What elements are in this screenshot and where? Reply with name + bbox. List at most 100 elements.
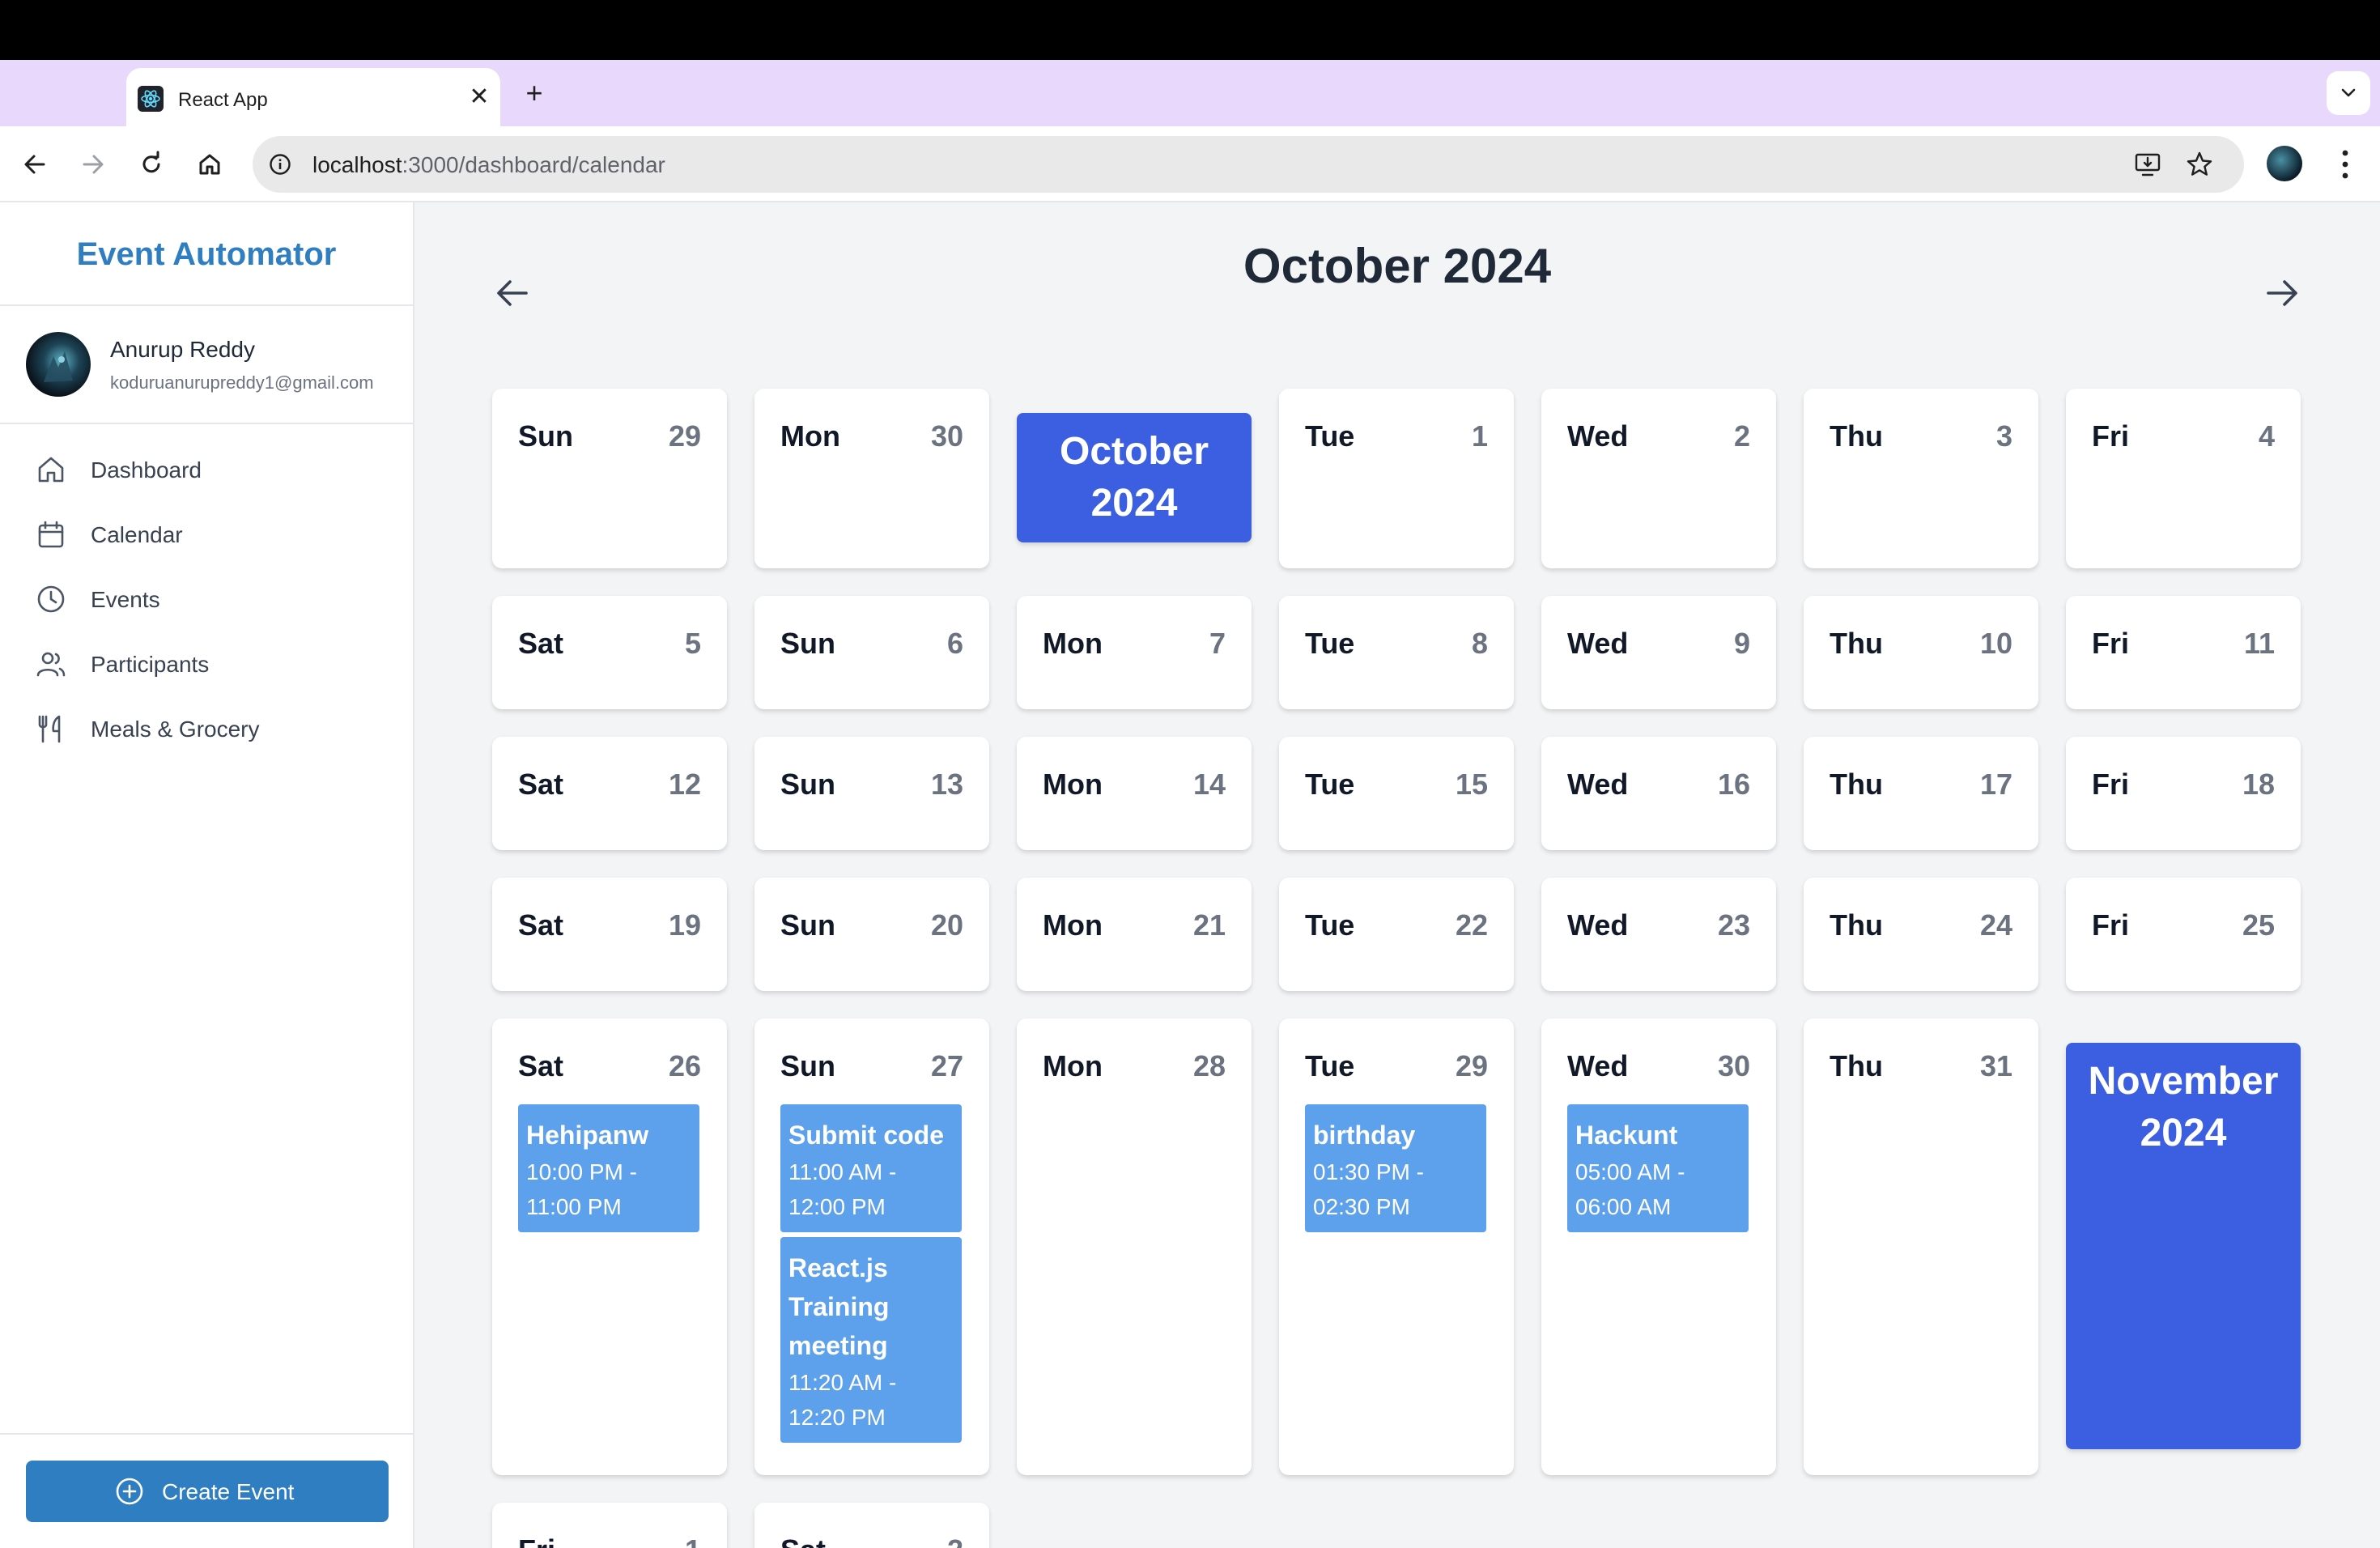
day-number: 27 bbox=[930, 1049, 963, 1082]
sidebar-item-meals-grocery[interactable]: Meals & Grocery bbox=[26, 700, 398, 756]
home-button[interactable] bbox=[191, 146, 228, 183]
day-name: Sat bbox=[518, 1049, 564, 1082]
arrow-right-icon bbox=[83, 155, 104, 174]
url-text: localhost:3000/dashboard/calendar bbox=[312, 152, 665, 178]
day-cell[interactable]: Tue 8 bbox=[1279, 596, 1514, 709]
day-number: 18 bbox=[2242, 768, 2275, 801]
day-number: 5 bbox=[684, 627, 701, 660]
event-card[interactable]: Submit code 11:00 AM - 12:00 PM bbox=[780, 1104, 962, 1232]
day-name: Sat bbox=[518, 627, 564, 660]
event-start-time: 11:20 AM - bbox=[788, 1370, 897, 1395]
sidebar-item-participants[interactable]: Participants bbox=[26, 635, 398, 691]
day-name: Sun bbox=[518, 419, 573, 453]
event-card[interactable]: birthday 01:30 PM - 02:30 PM bbox=[1305, 1104, 1486, 1232]
event-start-time: 05:00 AM - bbox=[1575, 1159, 1685, 1184]
tab-search-button[interactable] bbox=[2327, 71, 2370, 115]
day-number: 31 bbox=[1979, 1049, 2012, 1082]
day-cell[interactable]: Mon 7 bbox=[1017, 596, 1252, 709]
day-cell[interactable]: Tue 15 bbox=[1279, 737, 1514, 850]
prev-month-button[interactable] bbox=[491, 272, 533, 314]
day-cell[interactable]: Sun 29 bbox=[492, 389, 727, 568]
day-name: Thu bbox=[1830, 1049, 1883, 1082]
calendar-icon bbox=[38, 521, 64, 548]
event-card[interactable]: Hackunt 05:00 AM - 06:00 AM bbox=[1567, 1104, 1749, 1232]
sidebar-item-dashboard[interactable]: Dashboard bbox=[26, 440, 398, 497]
day-name: Sun bbox=[780, 768, 835, 801]
event-card[interactable]: Hehipanw 10:00 PM - 11:00 PM bbox=[518, 1104, 699, 1232]
day-cell[interactable]: Fri 1 bbox=[492, 1503, 727, 1548]
day-number: 24 bbox=[1979, 908, 2012, 942]
day-cell[interactable]: Sun 13 bbox=[754, 737, 989, 850]
day-cell[interactable]: Sun 6 bbox=[754, 596, 989, 709]
sidebar-item-label: Events bbox=[91, 587, 160, 612]
sidebar-footer: Create Event bbox=[0, 1433, 413, 1548]
address-bar[interactable]: localhost:3000/dashboard/calendar bbox=[253, 136, 2244, 193]
reload-button[interactable] bbox=[133, 146, 170, 183]
day-cell[interactable]: Sun 20 bbox=[754, 878, 989, 991]
profile-avatar[interactable] bbox=[2267, 146, 2302, 181]
day-cell[interactable]: Fri 18 bbox=[2066, 737, 2301, 850]
day-cell[interactable]: Thu 24 bbox=[1804, 878, 2038, 991]
day-name: Wed bbox=[1567, 627, 1629, 660]
day-number: 3 bbox=[1995, 419, 2012, 453]
app: Event Automator Anurup Reddy koduruanuru… bbox=[0, 202, 2380, 1548]
day-cell[interactable]: Thu 31 bbox=[1804, 1019, 2038, 1475]
day-name: Fri bbox=[2092, 419, 2130, 453]
browser-tab[interactable]: React App ✕ bbox=[126, 68, 500, 126]
new-tab-icon[interactable]: + bbox=[520, 79, 549, 108]
event-end-time: 12:00 PM bbox=[788, 1194, 886, 1219]
day-name: Tue bbox=[1305, 908, 1355, 942]
day-cell[interactable]: Sat 2 bbox=[754, 1503, 989, 1548]
day-cell[interactable]: Fri 25 bbox=[2066, 878, 2301, 991]
day-cell[interactable]: Thu 17 bbox=[1804, 737, 2038, 850]
day-cell[interactable]: Tue 29 birthday 01:30 PM - 02:30 PM bbox=[1279, 1019, 1514, 1475]
utensils-icon bbox=[38, 715, 61, 743]
more-menu-icon[interactable] bbox=[2331, 144, 2359, 185]
sidebar: Event Automator Anurup Reddy koduruanuru… bbox=[0, 202, 414, 1548]
forward-button[interactable] bbox=[74, 146, 112, 183]
back-button[interactable] bbox=[16, 146, 53, 183]
bookmark-star-icon[interactable] bbox=[2186, 151, 2213, 178]
day-name: Wed bbox=[1567, 908, 1629, 942]
day-cell[interactable]: Wed 30 Hackunt 05:00 AM - 06:00 AM bbox=[1541, 1019, 1776, 1475]
day-cell[interactable]: Mon 14 bbox=[1017, 737, 1252, 850]
day-number: 9 bbox=[1733, 627, 1750, 660]
day-name: Mon bbox=[1043, 908, 1103, 942]
day-name: Fri bbox=[518, 1533, 555, 1548]
install-app-icon[interactable] bbox=[2134, 151, 2161, 178]
day-cell[interactable]: Thu 10 bbox=[1804, 596, 2038, 709]
day-cell[interactable]: Sat 19 bbox=[492, 878, 727, 991]
day-name: Thu bbox=[1830, 627, 1883, 660]
day-number: 22 bbox=[1455, 908, 1488, 942]
calendar-main: October 2024 Sun 29 Mon 30 October 2024 Tu… bbox=[414, 202, 2380, 1548]
day-cell[interactable]: Fri 4 bbox=[2066, 389, 2301, 568]
day-cell[interactable]: Sat 12 bbox=[492, 737, 727, 850]
day-name: Sat bbox=[518, 908, 564, 942]
clock-icon bbox=[37, 585, 65, 613]
day-cell[interactable]: Wed 16 bbox=[1541, 737, 1776, 850]
day-cell[interactable]: Tue 1 bbox=[1279, 389, 1514, 568]
event-start-time: 11:00 AM - bbox=[788, 1159, 897, 1184]
day-cell[interactable]: Fri 11 bbox=[2066, 596, 2301, 709]
event-card[interactable]: React.js Training meeting 11:20 AM - 12:… bbox=[780, 1237, 962, 1443]
day-name: Wed bbox=[1567, 1049, 1629, 1082]
day-cell[interactable]: Wed 23 bbox=[1541, 878, 1776, 991]
day-cell[interactable]: Tue 22 bbox=[1279, 878, 1514, 991]
sidebar-item-calendar[interactable]: Calendar bbox=[26, 505, 398, 562]
day-cell[interactable]: Wed 2 bbox=[1541, 389, 1776, 568]
day-cell[interactable]: Sun 27 Submit code 11:00 AM - 12:00 PM Re… bbox=[754, 1019, 989, 1475]
sidebar-item-events[interactable]: Events bbox=[26, 570, 398, 627]
create-event-label: Create Event bbox=[162, 1479, 295, 1504]
day-cell[interactable]: Thu 3 bbox=[1804, 389, 2038, 568]
day-cell[interactable]: Mon 21 bbox=[1017, 878, 1252, 991]
day-name: Tue bbox=[1305, 627, 1355, 660]
site-info-icon[interactable] bbox=[269, 153, 291, 176]
day-cell[interactable]: Sat 5 bbox=[492, 596, 727, 709]
day-cell[interactable]: Wed 9 bbox=[1541, 596, 1776, 709]
next-month-button[interactable] bbox=[2262, 272, 2304, 314]
day-cell[interactable]: Mon 28 bbox=[1017, 1019, 1252, 1475]
day-cell[interactable]: Mon 30 bbox=[754, 389, 989, 568]
create-event-button[interactable]: Create Event bbox=[26, 1461, 389, 1522]
tab-close-icon[interactable]: ✕ bbox=[465, 83, 494, 112]
day-cell[interactable]: Sat 26 Hehipanw 10:00 PM - 11:00 PM bbox=[492, 1019, 727, 1475]
